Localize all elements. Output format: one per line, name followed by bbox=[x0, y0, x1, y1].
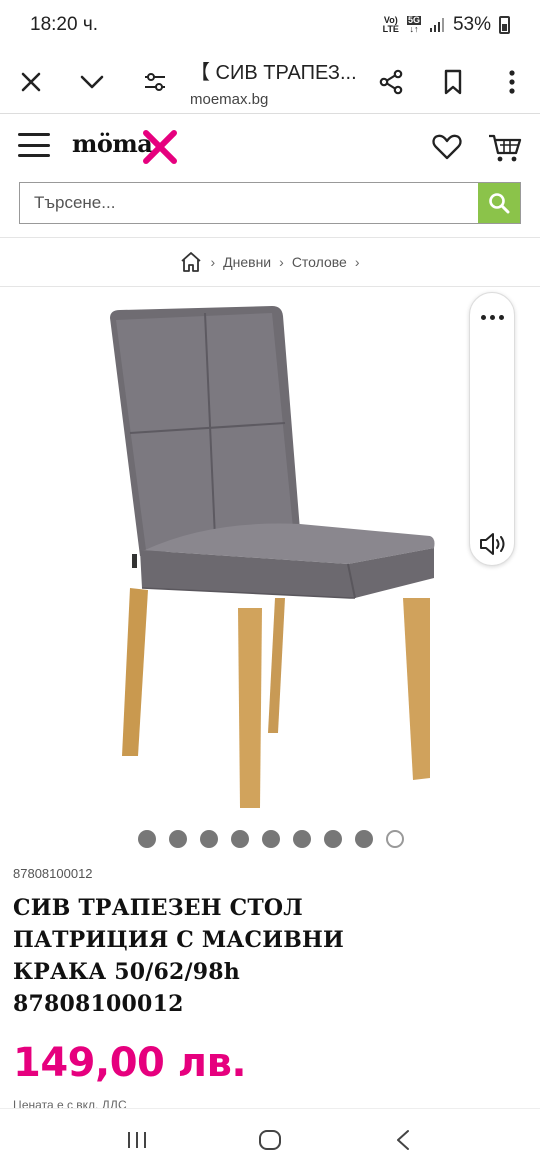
cart-icon bbox=[489, 134, 522, 162]
url-text: moemax.bg bbox=[190, 90, 269, 108]
search-input[interactable] bbox=[20, 183, 478, 223]
home-button[interactable] bbox=[240, 1115, 300, 1165]
5g-indicator: 5G ↓↑ bbox=[406, 15, 421, 34]
bookmark-icon bbox=[444, 69, 462, 94]
carousel-indicator bbox=[0, 830, 540, 850]
carousel-dot[interactable] bbox=[293, 830, 311, 848]
breadcrumb-item-living-rooms[interactable]: Дневни bbox=[223, 254, 271, 270]
collapse-button[interactable] bbox=[62, 50, 122, 114]
product-title: СИВ ТРАПЕЗЕН СТОЛ ПАТРИЦИЯ С МАСИВНИ КРА… bbox=[13, 895, 345, 1017]
battery-percent: 53% bbox=[452, 14, 491, 35]
divider bbox=[0, 237, 540, 238]
status-indicators: Vo) LTE 5G ↓↑ 53% bbox=[383, 14, 510, 36]
search-bar bbox=[19, 182, 521, 224]
signal-icon bbox=[429, 18, 444, 32]
cart-button[interactable] bbox=[488, 133, 522, 168]
back-icon bbox=[397, 1129, 410, 1150]
recent-apps-icon bbox=[127, 1131, 146, 1148]
close-icon bbox=[21, 72, 41, 91]
heart-icon bbox=[432, 134, 462, 160]
recent-apps-button[interactable] bbox=[107, 1115, 167, 1165]
battery-icon bbox=[499, 16, 510, 34]
share-button[interactable] bbox=[360, 50, 422, 114]
chevron-right-icon: › bbox=[210, 254, 216, 270]
carousel-dot[interactable] bbox=[138, 830, 156, 848]
volte-indicator: Vo) LTE bbox=[382, 15, 399, 34]
breadcrumb: › Дневни › Столове › bbox=[0, 248, 540, 276]
carousel-dot[interactable] bbox=[169, 830, 187, 848]
home-icon[interactable] bbox=[180, 251, 202, 273]
bookmark-button[interactable] bbox=[422, 50, 484, 114]
wishlist-button[interactable] bbox=[432, 133, 462, 166]
site-settings-button[interactable] bbox=[122, 50, 188, 114]
breadcrumb-item-chairs[interactable]: Столове bbox=[292, 254, 347, 270]
logo-x-mark bbox=[143, 130, 177, 164]
more-options-button[interactable] bbox=[484, 50, 540, 114]
more-vert-icon bbox=[509, 69, 515, 94]
carousel-dot[interactable] bbox=[200, 830, 218, 848]
tune-icon bbox=[145, 72, 165, 91]
search-button[interactable] bbox=[478, 183, 520, 223]
read-aloud-icon[interactable] bbox=[478, 531, 508, 557]
site-header: möma bbox=[0, 115, 540, 183]
browser-toolbar: 【 СИВ ТРАПЕЗ... moemax.bg bbox=[0, 50, 540, 114]
carousel-dot[interactable] bbox=[262, 830, 280, 848]
system-navigation-bar bbox=[0, 1108, 540, 1170]
product-price: 149,00 лв. bbox=[13, 1040, 247, 1086]
chevron-down-icon bbox=[80, 75, 104, 88]
carousel-dot[interactable] bbox=[324, 830, 342, 848]
status-time: 18:20 ч. bbox=[30, 14, 99, 35]
product-image[interactable] bbox=[100, 298, 440, 813]
tab-title: 【 СИВ ТРАПЕЗ... bbox=[190, 61, 357, 84]
chevron-right-icon: › bbox=[354, 254, 360, 270]
close-tab-button[interactable] bbox=[0, 50, 62, 114]
carousel-dot[interactable] bbox=[355, 830, 373, 848]
floating-action-pill bbox=[469, 292, 515, 566]
search-icon bbox=[489, 193, 510, 214]
status-bar: 18:20 ч. Vo) LTE 5G ↓↑ 53% bbox=[0, 0, 540, 50]
tab-title-area[interactable]: 【 СИВ ТРАПЕЗ... moemax.bg bbox=[188, 56, 360, 108]
home-circle-icon bbox=[258, 1129, 281, 1150]
back-button[interactable] bbox=[373, 1115, 433, 1165]
vat-note: Цената е с вкл. ДДС bbox=[13, 1098, 127, 1108]
share-icon bbox=[379, 69, 403, 94]
menu-button[interactable] bbox=[18, 133, 50, 157]
product-sku: 87808100012 bbox=[13, 866, 93, 881]
divider bbox=[0, 286, 540, 287]
chevron-right-icon: › bbox=[279, 254, 284, 270]
more-options-button[interactable] bbox=[470, 307, 514, 327]
carousel-dot[interactable] bbox=[231, 830, 249, 848]
carousel-dot[interactable] bbox=[386, 830, 404, 848]
